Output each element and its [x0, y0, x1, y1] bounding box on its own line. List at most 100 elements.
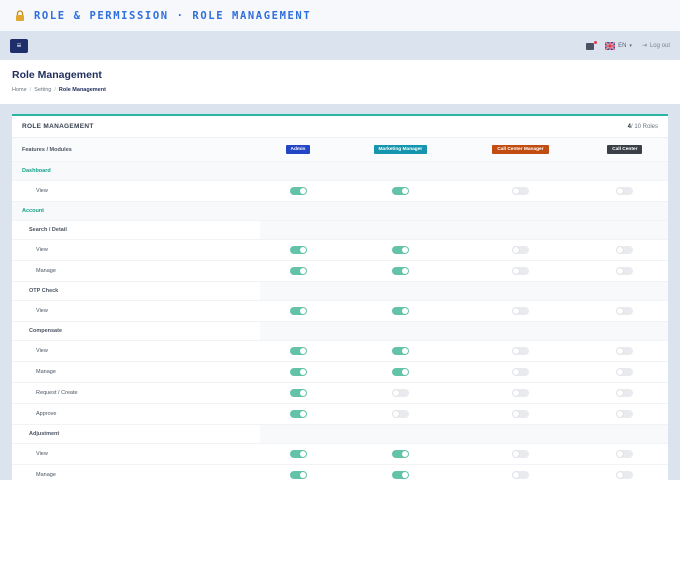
logout-button[interactable]: ⇥ Log out — [641, 42, 670, 50]
permission-toggle-call-center-manager[interactable] — [512, 347, 530, 355]
toggle-knob — [617, 268, 624, 274]
language-selector[interactable]: EN ▾ — [605, 41, 632, 50]
uk-flag-icon — [605, 41, 616, 50]
module-section-row: Compensate — [12, 322, 668, 341]
toggle-knob — [402, 268, 409, 274]
toggle-knob — [617, 308, 624, 314]
role-badge-admin[interactable]: Admin — [285, 145, 311, 154]
permission-toggle-call-center[interactable] — [616, 187, 634, 195]
toggle-knob — [299, 247, 306, 253]
role-badge-marketing-manager[interactable]: Marketing Manager — [373, 145, 428, 154]
permission-toggle-call-center[interactable] — [616, 410, 634, 418]
permission-toggle-call-center-manager[interactable] — [512, 389, 530, 397]
permission-toggle-call-center[interactable] — [616, 307, 634, 315]
permission-row: Manage — [12, 362, 668, 383]
permission-toggle-admin[interactable] — [289, 450, 307, 458]
notification-dot — [594, 40, 598, 44]
breadcrumb-home[interactable]: Home — [12, 87, 27, 93]
permission-toggle-call-center-manager[interactable] — [512, 471, 530, 479]
role-badge-call-center-manager[interactable]: Call Center Manager — [492, 145, 549, 154]
permission-toggle-marketing-manager[interactable] — [392, 450, 410, 458]
permission-toggle-call-center-manager[interactable] — [512, 187, 530, 195]
toggle-knob — [402, 247, 409, 253]
toggle-knob — [513, 308, 520, 314]
permission-toggle-admin[interactable] — [289, 471, 307, 479]
permission-row: Manage — [12, 261, 668, 282]
permission-toggle-call-center-manager[interactable] — [512, 267, 530, 275]
permission-toggle-admin[interactable] — [289, 307, 307, 315]
permission-toggle-admin[interactable] — [289, 389, 307, 397]
permission-toggle-call-center-manager[interactable] — [512, 368, 530, 376]
permission-toggle-admin[interactable] — [289, 368, 307, 376]
perm-label: Manage — [36, 268, 56, 274]
perm-label: Manage — [36, 472, 56, 478]
toggle-knob — [402, 308, 409, 314]
permission-toggle-call-center-manager[interactable] — [512, 410, 530, 418]
permission-toggle-call-center[interactable] — [616, 246, 634, 254]
perm-label: Approve — [36, 411, 57, 417]
toggle-knob — [299, 348, 306, 354]
permission-toggle-admin[interactable] — [289, 267, 307, 275]
permission-toggle-call-center[interactable] — [616, 347, 634, 355]
features-column-header: Features / Modules — [22, 146, 72, 153]
module-section-row: Search / Detail — [12, 221, 668, 240]
toggle-knob — [402, 451, 409, 457]
permission-toggle-marketing-manager[interactable] — [392, 267, 410, 275]
toggle-knob — [617, 451, 624, 457]
permission-toggle-marketing-manager[interactable] — [392, 187, 410, 195]
logout-icon: ⇥ — [641, 43, 647, 49]
hamburger-icon: ≡ — [16, 41, 22, 50]
topbar-actions: EN ▾ ⇥ Log out — [586, 40, 670, 50]
permission-row: View — [12, 181, 668, 202]
toggle-knob — [402, 188, 409, 194]
module-section-row: Adjustment — [12, 425, 668, 444]
page-header: Role Management Home / Setting / Role Ma… — [0, 60, 680, 104]
permission-toggle-call-center-manager[interactable] — [512, 307, 530, 315]
permission-toggle-marketing-manager[interactable] — [392, 410, 410, 418]
perm-label: Manage — [36, 369, 56, 375]
permission-toggle-marketing-manager[interactable] — [392, 368, 410, 376]
permission-toggle-call-center[interactable] — [616, 267, 634, 275]
permission-toggle-call-center-manager[interactable] — [512, 450, 530, 458]
card-title: ROLE MANAGEMENT — [22, 123, 94, 130]
lock-icon — [16, 9, 24, 21]
toggle-knob — [617, 472, 624, 478]
toggle-knob — [513, 369, 520, 375]
permission-row: View — [12, 240, 668, 261]
permission-toggle-call-center-manager[interactable] — [512, 246, 530, 254]
permission-toggle-marketing-manager[interactable] — [392, 347, 410, 355]
notification-icon[interactable] — [586, 40, 598, 50]
toggle-knob — [299, 188, 306, 194]
permission-toggle-admin[interactable] — [289, 347, 307, 355]
table-header-row: Features / Modules Admin Marketing Manag… — [12, 138, 668, 162]
toggle-knob — [617, 247, 624, 253]
toggle-knob — [299, 268, 306, 274]
topbar: ≡ EN ▾ ⇥ Log out — [0, 31, 680, 60]
permission-toggle-admin[interactable] — [289, 410, 307, 418]
menu-toggle-button[interactable]: ≡ — [10, 38, 28, 53]
permission-toggle-admin[interactable] — [289, 246, 307, 254]
breadcrumb-setting[interactable]: Setting — [34, 87, 51, 93]
toggle-knob — [513, 390, 520, 396]
permission-row: Manage — [12, 465, 668, 480]
permission-toggle-marketing-manager[interactable] — [392, 471, 410, 479]
permission-toggle-marketing-manager[interactable] — [392, 389, 410, 397]
permission-toggle-admin[interactable] — [289, 187, 307, 195]
perm-label: View — [36, 188, 48, 194]
permission-toggle-marketing-manager[interactable] — [392, 246, 410, 254]
toggle-knob — [402, 369, 409, 375]
toggle-knob — [299, 472, 306, 478]
permission-toggle-call-center[interactable] — [616, 471, 634, 479]
permission-toggle-call-center[interactable] — [616, 450, 634, 458]
breadcrumb-separator: / — [29, 87, 32, 93]
permission-toggle-call-center[interactable] — [616, 389, 634, 397]
toggle-knob — [513, 411, 520, 417]
permission-toggle-marketing-manager[interactable] — [392, 307, 410, 315]
toggle-knob — [617, 390, 624, 396]
toggle-knob — [617, 348, 624, 354]
permission-row: Approve — [12, 404, 668, 425]
role-badge-call-center[interactable]: Call Center — [607, 145, 643, 154]
permission-toggle-call-center[interactable] — [616, 368, 634, 376]
section-label: Search / Detail — [29, 227, 67, 233]
toggle-knob — [513, 268, 520, 274]
